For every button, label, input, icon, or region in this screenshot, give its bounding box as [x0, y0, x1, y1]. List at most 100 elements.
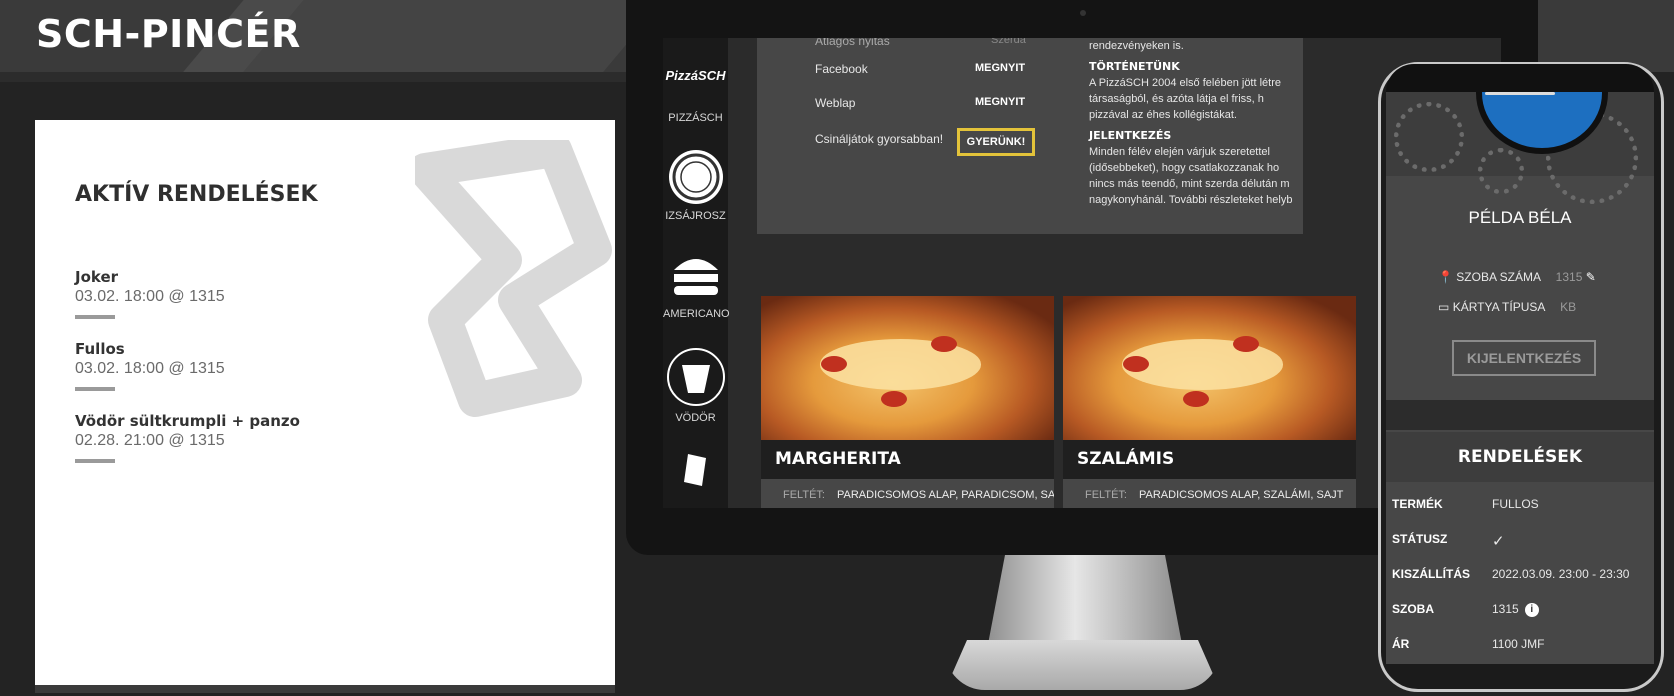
- pizza-card-szalamis[interactable]: SZALÁMIS FELTÉT: PARADICSOMOS ALAP, SZAL…: [1063, 296, 1356, 508]
- pizza-image: [761, 296, 1054, 440]
- web-open-button[interactable]: MEGNYIT: [975, 96, 1025, 108]
- badge-icon: [672, 153, 719, 201]
- burger-icon-shape: [673, 259, 718, 295]
- pizza-name: MARGHERITA: [775, 449, 901, 469]
- header-lower-band: [0, 72, 640, 82]
- status-label: STÁTUSZ: [1392, 532, 1448, 546]
- toppings-value: PARADICSOMOS ALAP, SZALÁMI, SAJT: [1139, 489, 1344, 501]
- info-icon[interactable]: i: [1524, 602, 1539, 617]
- pizza-topping: [1123, 356, 1149, 372]
- izsajrosz-logo-icon: [668, 150, 723, 204]
- order-item[interactable]: Fullos 03.02. 18:00 @ 1315: [75, 340, 225, 391]
- grater-icon: [683, 454, 706, 486]
- room-value: 1315: [1555, 270, 1583, 284]
- card-label: KÁRTYA TÍPUSA: [1452, 300, 1545, 314]
- monitor-screen: PizzáSCH PIZZÁSCH IZSÁJROSZ AMERICANO VÖ…: [663, 38, 1501, 508]
- order-name: Vödör sültkrumpli + panzo: [75, 412, 300, 430]
- card-shadow: [35, 685, 615, 693]
- history-heading: TÖRTÉNETÜNK: [1089, 60, 1180, 73]
- pizza-name: SZALÁMIS: [1077, 449, 1175, 469]
- sidebar-item-vodor[interactable]: VÖDÖR: [663, 348, 728, 424]
- bucket-icon-shape: [681, 365, 710, 393]
- sidebar-item-izsajrosz[interactable]: IZSÁJROSZ: [663, 150, 728, 222]
- room-value: 1315: [1492, 602, 1519, 616]
- order-divider: [75, 459, 115, 463]
- facebook-label: Facebook: [815, 62, 868, 76]
- active-orders-card: AKTÍV RENDELÉSEK Joker 03.02. 18:00 @ 13…: [35, 120, 615, 685]
- order-item[interactable]: Joker 03.02. 18:00 @ 1315: [75, 268, 225, 319]
- product-value: FULLOS: [1492, 497, 1539, 511]
- pizza-topping: [881, 391, 907, 407]
- monitor-stand-base: [945, 640, 1220, 690]
- facebook-open-button[interactable]: MEGNYIT: [975, 62, 1025, 74]
- room-value-wrap: 1315 i: [1492, 602, 1539, 617]
- delivery-value: 2022.03.09. 23:00 - 23:30: [1492, 567, 1630, 581]
- sidebar-item-label: AMERICANO: [663, 308, 730, 320]
- about-panel: rendezvényeken is. TÖRTÉNETÜNK A PizzáSC…: [1063, 38, 1303, 234]
- credit-card-icon: ▭: [1438, 300, 1450, 314]
- order-divider: [75, 387, 115, 391]
- toppings-label: FELTÉT:: [783, 489, 825, 501]
- about-intro: rendezvényeken is.: [1089, 40, 1184, 52]
- hourglass-icon: [415, 140, 612, 417]
- room-row: 📍 SZOBA SZÁMA 1315 ✎: [1438, 270, 1596, 284]
- web-label: Weblap: [815, 96, 856, 110]
- phone-speaker: [1485, 92, 1555, 95]
- order-meta: 02.28. 21:00 @ 1315: [75, 432, 225, 449]
- pizza-toppings: FELTÉT: PARADICSOMOS ALAP, SZALÁMI, SAJT: [1063, 479, 1356, 508]
- apply-heading: JELENTKEZÉS: [1089, 129, 1172, 142]
- links-panel: Átlagos nyitás Szerda Facebook MEGNYIT W…: [757, 38, 1083, 234]
- logout-button[interactable]: KIJELENTKEZÉS: [1452, 340, 1596, 376]
- go-button[interactable]: GYERÜNK!: [957, 128, 1035, 156]
- edit-pencil-icon[interactable]: ✎: [1586, 270, 1596, 284]
- pizza-toppings: FELTÉT: PARADICSOMOS ALAP, PARADICSOM, S…: [761, 479, 1054, 508]
- burger-icon: [668, 248, 723, 302]
- order-divider: [75, 315, 115, 319]
- room-label: SZOBA: [1392, 602, 1434, 616]
- sidebar-item-americano[interactable]: AMERICANO: [663, 248, 730, 320]
- page-title: AKTÍV RENDELÉSEK: [75, 182, 318, 207]
- sidebar-item-grater[interactable]: [663, 450, 728, 493]
- sidebar-item-label: IZSÁJROSZ: [665, 210, 726, 222]
- gear-icon: [1394, 102, 1464, 172]
- section-divider: [1386, 400, 1654, 430]
- phone-screen: PÉLDA BÉLA 📍 SZOBA SZÁMA 1315 ✎ ▭ KÁRTYA…: [1386, 92, 1654, 664]
- opening-value: Szerda: [991, 38, 1026, 46]
- cta-label: Csináljátok gyorsabban!: [815, 132, 944, 146]
- history-text: A PizzáSCH 2004 első felében jött létre …: [1089, 77, 1282, 121]
- card-row: ▭ KÁRTYA TÍPUSA KB: [1438, 300, 1576, 314]
- pizza-topping: [1183, 391, 1209, 407]
- gear-icon: [1478, 148, 1524, 194]
- pizza-image: [1063, 296, 1356, 440]
- apply-text: Minden félév elején várjuk szeretettel (…: [1089, 146, 1293, 206]
- order-item[interactable]: Vödör sültkrumpli + panzo 02.28. 21:00 @…: [75, 412, 300, 463]
- pizza-topping: [931, 336, 957, 352]
- sidebar-item-label: VÖDÖR: [675, 412, 716, 424]
- room-label: SZOBA SZÁMA: [1456, 270, 1541, 284]
- sidebar-item-label: PIZZÁSCH: [668, 112, 723, 124]
- pizza-topping: [821, 356, 847, 372]
- bucket-icon: [666, 348, 725, 406]
- location-pin-icon: 📍: [1438, 270, 1453, 284]
- user-name: PÉLDA BÉLA: [1468, 208, 1572, 227]
- pizza-card-margherita[interactable]: MARGHERITA FELTÉT: PARADICSOMOS ALAP, PA…: [761, 296, 1054, 508]
- orders-heading: RENDELÉSEK: [1386, 432, 1654, 482]
- phone-top-bezel: [1386, 64, 1654, 92]
- toppings-label: FELTÉT:: [1085, 489, 1127, 501]
- profile-banner: [1386, 92, 1654, 204]
- order-meta: 03.02. 18:00 @ 1315: [75, 288, 225, 305]
- opening-label: Átlagos nyitás: [815, 38, 890, 48]
- order-name: Joker: [75, 268, 119, 286]
- toppings-value: PARADICSOMOS ALAP, PARADICSOM, SAJT: [837, 489, 1054, 501]
- card-value: KB: [1560, 300, 1577, 314]
- camera-icon: [1080, 10, 1086, 16]
- price-label: ÁR: [1392, 637, 1410, 651]
- product-label: TERMÉK: [1392, 497, 1443, 511]
- order-meta: 03.02. 18:00 @ 1315: [75, 360, 225, 377]
- checkmark-icon: ✓: [1492, 533, 1505, 550]
- delivery-label: KISZÁLLÍTÁS: [1392, 567, 1470, 581]
- pizza-topping: [1233, 336, 1259, 352]
- price-value: 1100 JMF: [1492, 637, 1545, 651]
- pizzasch-logo[interactable]: PizzáSCH: [663, 68, 728, 83]
- sidebar-item-pizzasch[interactable]: PIZZÁSCH: [663, 112, 728, 124]
